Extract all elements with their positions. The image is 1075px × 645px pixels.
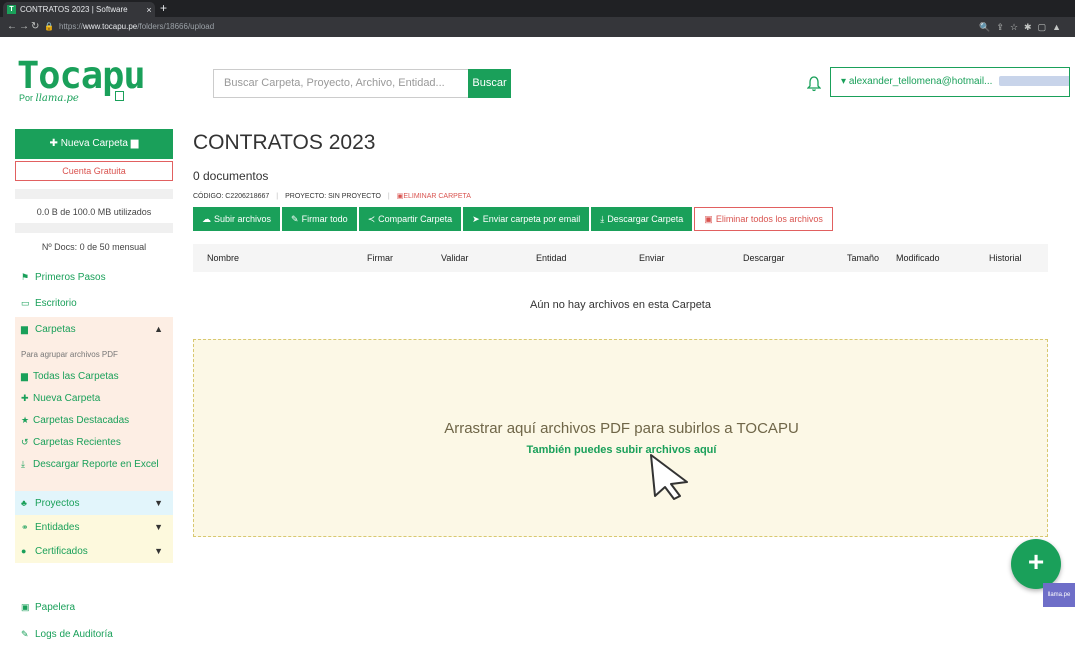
folder-icon: ▆ <box>21 324 28 334</box>
column-header[interactable]: Tamaño <box>847 253 879 263</box>
history-icon: ↺ <box>21 437 29 447</box>
tab-title: CONTRATOS 2023 | Software <box>20 5 128 14</box>
sign-all-button[interactable]: ✎ Firmar todo <box>282 207 357 231</box>
trash-icon: ▣ <box>704 214 713 224</box>
folder-toolbar: ☁ Subir archivos ✎ Firmar todo ≺ Compartir … <box>193 207 835 231</box>
bell-icon[interactable] <box>807 76 821 92</box>
certificate-icon: ● <box>21 546 27 556</box>
download-icon: ⤓ <box>600 214 605 224</box>
sidebar-item-audit-log[interactable]: ✎ Logs de Auditoría <box>15 624 173 644</box>
upload-link[interactable]: También puedes subir archivos aquí <box>194 444 1049 456</box>
free-account-badge[interactable]: Cuenta Gratuita <box>15 161 173 181</box>
file-dropzone[interactable]: Arrastrar aquí archivos PDF para subirlo… <box>193 339 1048 537</box>
delete-folder-link[interactable]: ▣ELIMINAR CARPETA <box>397 193 471 200</box>
docs-usage: Nº Docs: 0 de 50 mensual <box>41 242 147 252</box>
sidebar-item-first-steps[interactable]: ⚑ Primeros Pasos <box>15 267 173 287</box>
sidebar-item-entities[interactable]: ⚭ Entidades ▼ <box>15 515 173 539</box>
steps-icon: ⚑ <box>21 272 30 282</box>
email-folder-button[interactable]: ➤ Enviar carpeta por email <box>463 207 590 231</box>
column-header[interactable]: Modificado <box>896 253 940 263</box>
new-tab-button[interactable]: + <box>160 2 167 15</box>
folder-meta: CÓDIGO: C2206218667 | PROYECTO: SIN PROYEC… <box>193 193 471 200</box>
desktop-icon: ▭ <box>21 298 30 308</box>
sidebar-item-starred[interactable]: ★ Carpetas Destacadas <box>21 413 129 428</box>
new-folder-button[interactable]: ✚ Nueva Carpeta ▆ <box>15 129 173 159</box>
folders-section: ▆ Carpetas ▲ Para agrupar archivos PDF ▆ T… <box>15 317 173 491</box>
log-icon: ✎ <box>21 629 29 639</box>
column-header[interactable]: Firmar <box>367 253 393 263</box>
sidebar-item-download-report[interactable]: ⤓ Descargar Reporte en Excel <box>21 457 159 472</box>
tab-close-icon[interactable]: × <box>143 5 155 15</box>
folders-hint: Para agrupar archivos PDF <box>21 350 118 359</box>
sidebar-item-new-folder[interactable]: ✚ Nueva Carpeta <box>21 391 100 406</box>
plus-icon: ✚ <box>49 138 58 149</box>
page-title: CONTRATOS 2023 <box>193 131 376 154</box>
star-icon: ★ <box>21 415 30 425</box>
sidebar: ✚ Nueva Carpeta ▆ Cuenta Gratuita 0.0 B … <box>15 129 173 640</box>
column-header[interactable]: Nombre <box>207 253 239 263</box>
column-header[interactable]: Validar <box>441 253 468 263</box>
floating-add-button[interactable]: + <box>1011 539 1061 589</box>
download-icon: ⤓ <box>21 459 25 469</box>
download-folder-button[interactable]: ⤓ Descargar Carpeta <box>591 207 693 231</box>
plus-icon: ✚ <box>21 393 29 403</box>
reload-icon[interactable]: ↻ <box>31 20 39 34</box>
cloud-upload-icon: ☁ <box>202 214 211 224</box>
column-header[interactable]: Historial <box>989 253 1022 263</box>
share-icon: ≺ <box>367 214 376 224</box>
chevron-down-icon: ▼ <box>154 498 163 508</box>
browser-tab-bar: T CONTRATOS 2023 | Software × + <box>0 0 1075 17</box>
mouse-cursor-icon <box>650 454 688 500</box>
favicon-icon: T <box>7 5 16 14</box>
tocapu-logo[interactable]: Tocapu Por llama.pe <box>17 57 146 107</box>
column-header[interactable]: Enviar <box>639 253 665 263</box>
chevron-down-icon: ▾ <box>841 76 847 87</box>
folder-project: PROYECTO: SIN PROYECTO <box>285 193 381 200</box>
chevron-down-icon: ▼ <box>154 546 163 556</box>
forward-icon[interactable]: → <box>19 20 29 34</box>
address-bar: ← → ↻ 🔒 https://www.tocapu.pe/folders/186… <box>0 17 1075 37</box>
user-menu[interactable]: ▾ alexander_tellomena@hotmail... <box>830 67 1070 97</box>
upload-files-button[interactable]: ☁ Subir archivos <box>193 207 281 231</box>
entities-icon: ⚭ <box>21 522 29 532</box>
sitemap-icon: ♣ <box>21 498 27 508</box>
llama-watermark: llama.pe <box>1043 583 1075 607</box>
delete-all-files-button[interactable]: ▣ Eliminar todos los archivos <box>694 207 833 231</box>
column-header[interactable]: Descargar <box>743 253 785 263</box>
document-count: 0 documentos <box>193 169 269 183</box>
files-table-header: Nombre Firmar Validar Entidad Enviar Des… <box>193 244 1048 272</box>
chevron-down-icon: ▼ <box>154 522 163 532</box>
dropzone-text: Arrastrar aquí archivos PDF para subirlo… <box>444 420 799 437</box>
trash-icon: ▣ <box>21 602 30 612</box>
lock-icon: 🔒 <box>44 22 54 31</box>
empty-folder-message: Aún no hay archivos en esta Carpeta <box>529 299 711 311</box>
sidebar-item-trash[interactable]: ▣ Papelera <box>15 597 173 617</box>
search-input[interactable]: Buscar Carpeta, Proyecto, Archivo, Entid… <box>213 69 468 98</box>
sidebar-item-certificates[interactable]: ● Certificados ▼ <box>15 539 173 563</box>
send-icon: ➤ <box>472 214 480 224</box>
sidebar-item-folders[interactable]: ▆ Carpetas ▲ <box>15 319 173 339</box>
sidebar-item-desktop[interactable]: ▭ Escritorio <box>15 293 173 313</box>
url-field[interactable]: 🔒 https://www.tocapu.pe/folders/18666/upl… <box>44 20 924 34</box>
edit-icon: ✎ <box>291 214 299 224</box>
storage-usage: 0.0 B de 100.0 MB utilizados <box>36 207 152 217</box>
browser-toolbar-icons[interactable]: 🔍⇪☆✱▢▲ <box>979 20 1067 34</box>
share-folder-button[interactable]: ≺ Compartir Carpeta <box>358 207 462 231</box>
folder-icon: ▆ <box>130 138 139 149</box>
column-header[interactable]: Entidad <box>536 253 567 263</box>
sidebar-item-all-folders[interactable]: ▆ Todas las Carpetas <box>21 369 119 384</box>
sidebar-item-recent[interactable]: ↺ Carpetas Recientes <box>21 435 121 450</box>
sidebar-item-projects[interactable]: ♣ Proyectos ▼ <box>15 491 173 515</box>
redacted-email <box>999 76 1069 87</box>
chevron-up-icon: ▲ <box>154 324 163 334</box>
folder-code: CÓDIGO: C2206218667 <box>193 193 270 200</box>
browser-tab[interactable]: T CONTRATOS 2023 | Software × <box>3 2 155 17</box>
folder-icon: ▆ <box>21 371 28 381</box>
user-email: alexander_tellomena@hotmail... <box>848 76 993 87</box>
search-button[interactable]: Buscar <box>468 69 511 98</box>
back-icon[interactable]: ← <box>7 20 17 34</box>
